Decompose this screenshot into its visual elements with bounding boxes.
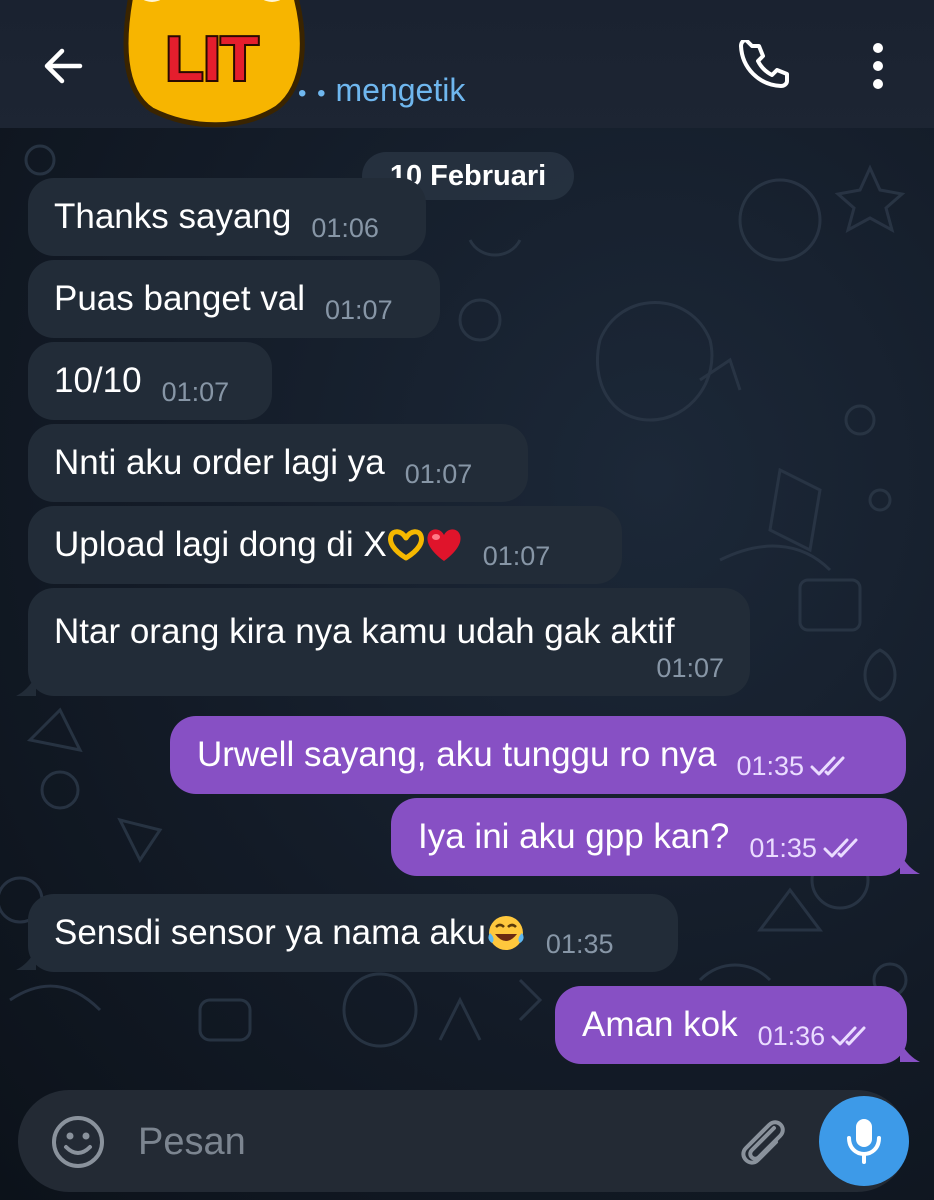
heart-hands-emoji-icon (387, 529, 424, 561)
phone-icon[interactable] (738, 40, 790, 92)
bubble-tail (16, 676, 36, 696)
message-bubble-outgoing[interactable]: Iya ini aku gpp kan? 01:35 (391, 798, 907, 876)
avatar[interactable]: LIT (112, 0, 312, 130)
message-text: Puas banget val (54, 279, 306, 318)
message-text: Urwell sayang, aku tunggu ro nya (197, 735, 717, 774)
message-text: Nnti aku order lagi ya (54, 443, 385, 482)
message-input[interactable] (136, 1112, 700, 1172)
more-vertical-icon[interactable] (858, 40, 898, 92)
message-bubble-incoming[interactable]: Ntar orang kira nya kamu udah gak aktif … (28, 588, 750, 696)
red-heart-emoji-icon (427, 529, 461, 561)
bubble-tail (900, 854, 920, 874)
smile-icon[interactable] (50, 1114, 106, 1170)
message-bubble-incoming[interactable]: Nnti aku order lagi ya 01:07 (28, 424, 528, 502)
message-bubble-outgoing[interactable]: Urwell sayang, aku tunggu ro nya 01:35 (170, 716, 906, 794)
message-time: 01:35 (749, 832, 817, 863)
message-bubble-incoming[interactable]: 10/10 01:07 (28, 342, 272, 420)
message-time: 01:07 (161, 376, 230, 407)
double-check-icon (831, 1026, 866, 1046)
message-text: Upload lagi dong di X (54, 525, 387, 564)
paperclip-icon[interactable] (734, 1110, 790, 1172)
message-text: 10/10 (54, 361, 142, 400)
back-arrow-icon[interactable] (38, 40, 90, 92)
message-bubble-incoming[interactable]: Upload lagi dong di X 01:07 (28, 506, 622, 584)
microphone-icon (847, 1119, 881, 1164)
typing-status: • • mengetik (298, 72, 465, 109)
message-text: Iya ini aku gpp kan? (418, 817, 730, 856)
message-text: Ntar orang kira nya kamu udah gak aktif (54, 612, 675, 651)
message-time: 01:35 (736, 750, 805, 781)
message-bubble-incoming[interactable]: Sensdi sensor ya nama aku 01:35 (28, 894, 678, 972)
mic-button[interactable] (819, 1096, 909, 1186)
typing-dots: • • (298, 80, 328, 107)
message-bubble-outgoing[interactable]: Aman kok 01:36 (555, 986, 907, 1064)
message-time: 01:07 (482, 540, 551, 571)
tears-of-joy-emoji-icon (488, 916, 524, 950)
message-text: Sensdi sensor ya nama aku (54, 913, 486, 952)
bubble-tail (900, 1042, 920, 1062)
message-time: 01:07 (656, 653, 724, 683)
message-bubble-incoming[interactable]: Thanks sayang 01:06 (28, 178, 426, 256)
typing-text: mengetik (335, 72, 466, 108)
message-bubble-incoming[interactable]: Puas banget val 01:07 (28, 260, 440, 338)
message-time: 01:07 (404, 458, 473, 489)
message-text: Thanks sayang (54, 197, 292, 236)
message-time: 01:07 (325, 294, 393, 325)
message-time: 01:36 (757, 1020, 826, 1051)
double-check-icon (810, 756, 845, 776)
avatar-text: LIT (166, 25, 259, 94)
message-text: Aman kok (582, 1005, 738, 1044)
message-time: 01:06 (311, 212, 379, 243)
double-check-icon (823, 838, 858, 858)
message-time: 01:35 (545, 928, 614, 959)
bubble-tail (16, 950, 36, 970)
